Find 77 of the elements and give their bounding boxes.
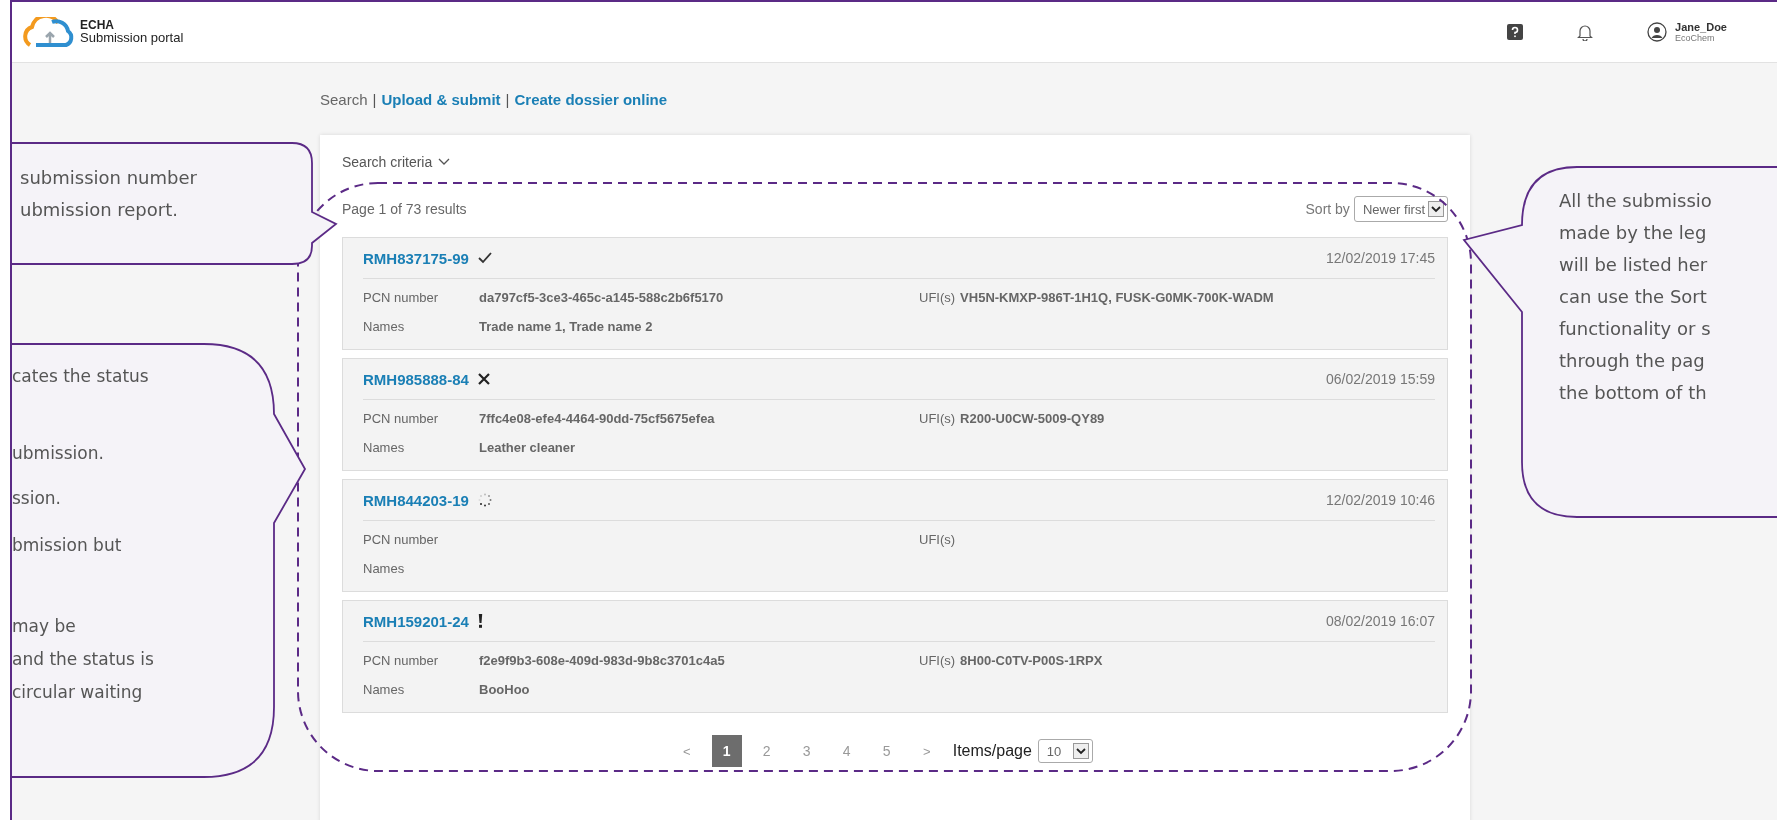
ufi-value: 8H00-C0TV-P00S-1RPX — [960, 653, 1103, 668]
breadcrumb-separator: | — [372, 91, 377, 108]
items-per-page-dropdown[interactable]: 10 — [1037, 739, 1094, 763]
names-value: Leather cleaner — [479, 440, 576, 455]
user-name[interactable]: Jane_Doe — [1675, 20, 1727, 34]
callout-text: All the submissio — [1559, 189, 1712, 213]
ufi-label: UFI(s) — [919, 290, 956, 305]
caret-icon — [1428, 201, 1444, 217]
page-link[interactable]: 3 — [791, 735, 822, 767]
submission-link[interactable]: RMH837175-99 — [363, 249, 469, 267]
callout-text: bmission but — [12, 534, 123, 557]
callout-text: ubmission report. — [20, 198, 179, 222]
pcn-label: PCN number — [363, 653, 440, 668]
callout-text: ubmission. — [12, 442, 105, 465]
sort-label: Sort by — [1305, 201, 1350, 217]
ufi-value: VH5N-KMXP-986T-1H1Q, FUSK-G0MK-700K-WADM — [960, 290, 1274, 305]
previous-page-link[interactable]: < — [671, 735, 702, 767]
caret-icon — [1073, 743, 1090, 759]
callout-text: through the pag — [1559, 349, 1706, 373]
exclamation-icon — [477, 614, 483, 628]
checkmark-icon — [477, 252, 492, 264]
names-label: Names — [363, 440, 406, 455]
callout-text: the bottom of th — [1559, 381, 1708, 405]
names-label: Names — [363, 561, 406, 576]
cross-icon — [477, 373, 490, 385]
breadcrumb-separator: | — [505, 91, 510, 108]
submission-link[interactable]: RMH985888-84 — [363, 370, 469, 388]
pcn-label: PCN number — [363, 411, 440, 426]
notification-bell-icon[interactable] — [1577, 23, 1593, 41]
page-link[interactable]: 2 — [751, 735, 782, 767]
user-company: EcoChem — [1675, 33, 1716, 44]
breadcrumb-link[interactable]: Search — [320, 91, 368, 108]
logo-subtitle: Submission portal — [80, 31, 184, 46]
submission-link[interactable]: RMH844203-19 — [363, 491, 469, 509]
submission-link[interactable]: RMH159201-24 — [363, 612, 469, 630]
pcn-label: PCN number — [363, 532, 440, 547]
names-label: Names — [363, 319, 406, 334]
logo-title: ECHA — [80, 18, 115, 32]
ufi-value: R200-U0CW-5009-QY89 — [960, 411, 1105, 426]
pcn-value: 7ffc4e08-efe4-4464-90dd-75cf5675efea — [479, 411, 715, 426]
callout-text: may be — [12, 615, 77, 638]
submission-date: 12/02/2019 10:46 — [1326, 492, 1435, 508]
ufi-label: UFI(s) — [919, 411, 956, 426]
help-icon[interactable] — [1507, 24, 1523, 40]
results-summary: Page 1 of 73 results — [342, 201, 467, 217]
callout-text: will be listed her — [1559, 253, 1709, 277]
callout-text: and the status is — [12, 648, 154, 671]
submission-date: 08/02/2019 16:07 — [1326, 613, 1435, 629]
items-per-page-label: Items/page — [952, 742, 1032, 760]
breadcrumb-link[interactable]: Upload & submit — [381, 91, 501, 108]
names-value: BooHoo — [479, 682, 530, 697]
submission-date: 06/02/2019 15:59 — [1326, 371, 1435, 387]
sort-dropdown[interactable]: Newer first — [1353, 196, 1448, 222]
callout-text: ssion. — [12, 487, 63, 510]
search-criteria-toggle[interactable]: Search criteria — [342, 154, 433, 170]
user-avatar-icon[interactable] — [1647, 22, 1667, 42]
pcn-value: da797cf5-3ce3-465c-a145-588c2b6f5170 — [479, 290, 724, 305]
callout-text: circular waiting — [12, 681, 144, 704]
callout-text: made by the leg — [1559, 221, 1708, 245]
pcn-label: PCN number — [363, 290, 440, 305]
next-page-link[interactable]: > — [911, 735, 942, 767]
callout-text: can use the Sort — [1559, 285, 1708, 309]
callout-text: submission number — [20, 166, 197, 190]
names-value: Trade name 1, Trade name 2 — [479, 319, 653, 334]
pcn-value: f2e9f9b3-608e-409d-983d-9b8c3701c4a5 — [479, 653, 725, 668]
chevron-down-icon[interactable] — [438, 158, 451, 166]
callout-text: cates the status — [12, 365, 150, 388]
breadcrumb-link[interactable]: Create dossier online — [514, 91, 668, 108]
page-link[interactable]: 5 — [871, 735, 902, 767]
submission-date: 12/02/2019 17:45 — [1326, 250, 1435, 266]
page-link[interactable]: 1 — [711, 735, 742, 767]
names-label: Names — [363, 682, 406, 697]
page-link[interactable]: 4 — [831, 735, 862, 767]
spinner-icon — [477, 493, 492, 507]
ufi-label: UFI(s) — [919, 532, 956, 547]
ufi-label: UFI(s) — [919, 653, 956, 668]
callout-text: functionality or s — [1559, 317, 1712, 341]
